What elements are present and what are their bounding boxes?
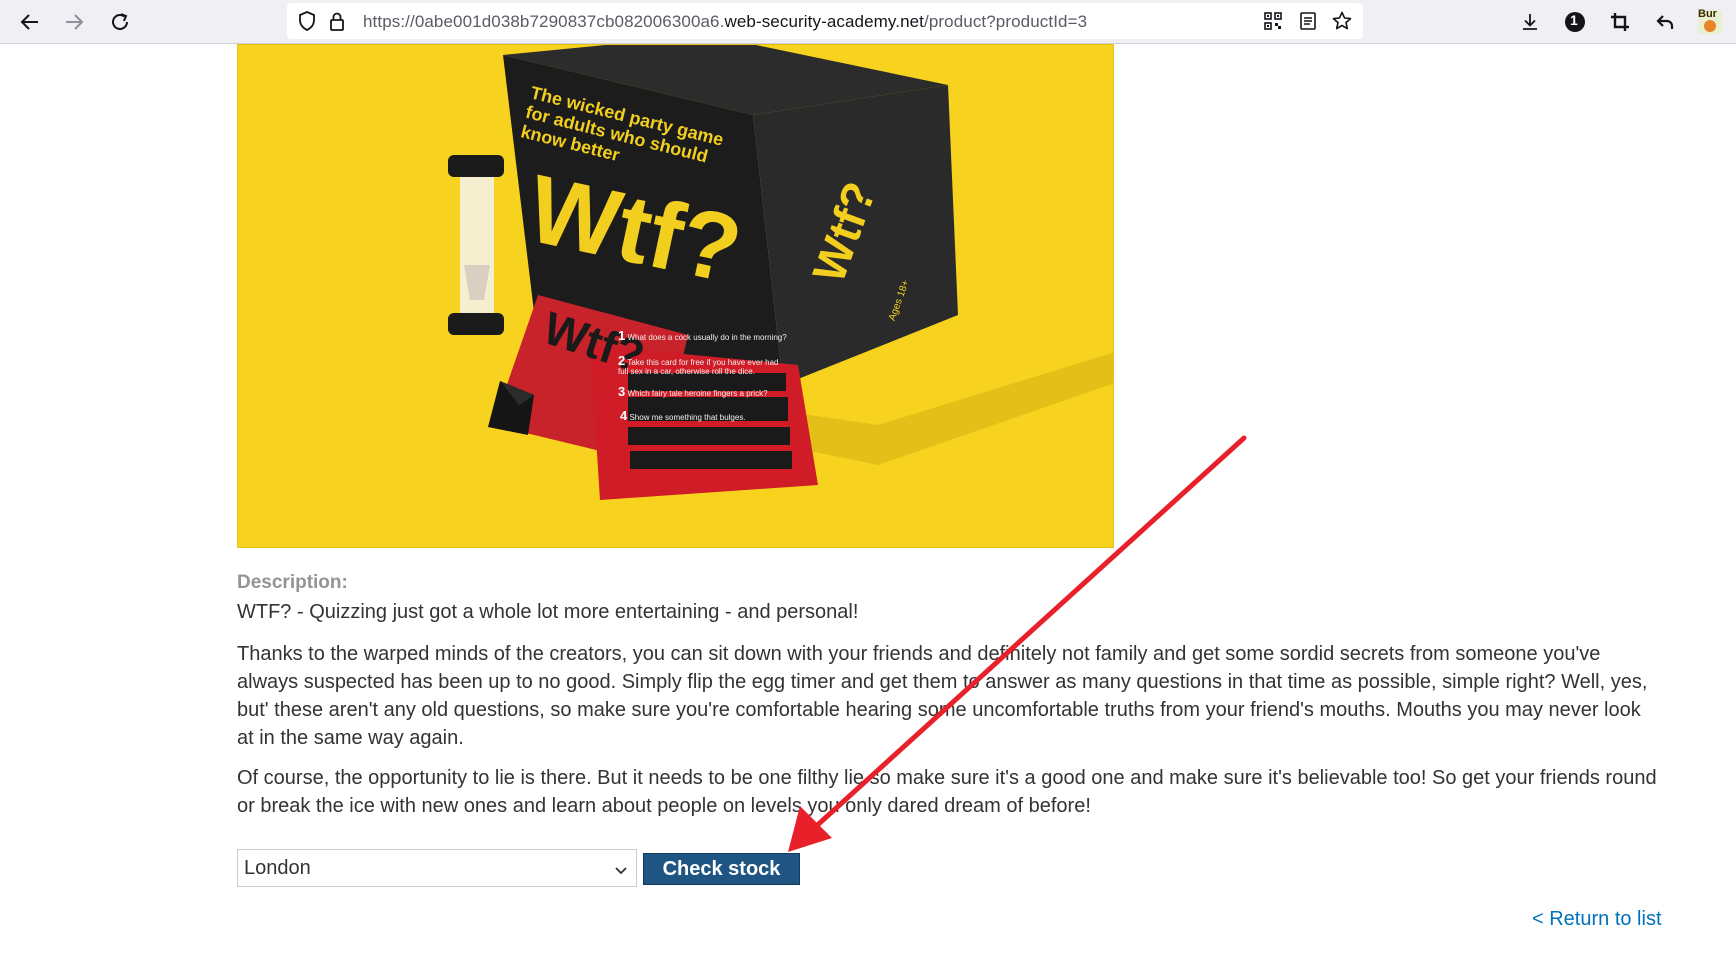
store-select[interactable]: London	[237, 849, 637, 887]
shield-icon[interactable]	[297, 11, 317, 31]
undo-arrow-icon[interactable]	[1651, 8, 1679, 36]
crop-icon[interactable]	[1606, 8, 1634, 36]
card-item-4: 4 Show me something that bulges.	[620, 408, 746, 423]
product-image: Wtf? The wicked party game for adults wh…	[237, 44, 1114, 548]
back-button[interactable]	[14, 6, 46, 38]
store-select-value: London	[244, 857, 311, 879]
forward-arrow-icon	[66, 14, 84, 30]
lock-icon[interactable]	[327, 11, 347, 31]
return-to-list-link[interactable]: < Return to list	[1532, 908, 1662, 931]
badge-count: 1	[1570, 12, 1578, 28]
back-arrow-icon	[20, 14, 38, 30]
url-text[interactable]: https://0abe001d038b7290837cb082006300a6…	[363, 12, 1087, 32]
description-paragraph-2: Of course, the opportunity to lie is the…	[237, 767, 1657, 817]
burp-extension-icon[interactable]: Bur	[1696, 8, 1724, 36]
card-item-1: 1 What does a cock usually do in the mor…	[618, 328, 787, 343]
card-item-3: 3 Which fairy tale heroine fingers a pri…	[618, 384, 768, 399]
description-label: Description:	[237, 572, 348, 593]
check-stock-button[interactable]: Check stock	[643, 853, 800, 885]
extension-badge-icon[interactable]: 1	[1561, 8, 1589, 36]
reader-view-icon[interactable]	[1298, 11, 1318, 31]
address-bar[interactable]: https://0abe001d038b7290837cb082006300a6…	[287, 3, 1363, 39]
burp-extension-label: Bur	[1698, 8, 1717, 20]
download-icon[interactable]	[1516, 8, 1544, 36]
bookmark-star-icon[interactable]	[1332, 11, 1352, 31]
qr-code-icon[interactable]	[1263, 11, 1283, 31]
chevron-down-icon	[614, 860, 628, 883]
card-item-2: 2 Take this card for free if you have ev…	[618, 353, 779, 376]
forward-button[interactable]	[58, 6, 90, 38]
reload-button[interactable]	[104, 6, 136, 38]
reload-icon	[112, 13, 128, 30]
description-lead: WTF? - Quizzing just got a whole lot mor…	[237, 601, 859, 623]
description-paragraph-1: Thanks to the warped minds of the creato…	[237, 643, 1648, 749]
browser-toolbar: https://0abe001d038b7290837cb082006300a6…	[0, 0, 1736, 44]
